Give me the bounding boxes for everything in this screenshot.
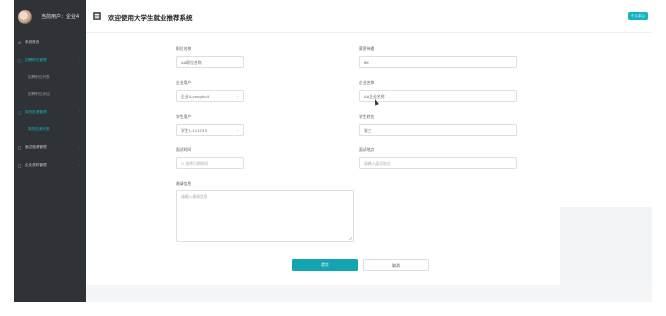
menu-toggle-icon[interactable] [93,12,101,20]
company-name-field[interactable]: AA企业名称 [359,90,517,102]
chevron-up-icon: ⌃ [78,58,81,62]
sidebar-user-panel: 当前用户：企业4 [14,0,86,33]
interview-time-picker[interactable]: ⊙ 选择日期时间 [176,157,244,169]
cancel-button[interactable]: 取消 [363,259,429,271]
chevron-down-icon: ⌄ [78,145,81,149]
document-icon: ▢ [17,144,22,150]
sidebar-subitem-job-list[interactable]: 招聘职位列表 [14,69,86,86]
invitation-label: 邀请信息 [176,181,192,186]
salary-label: 薪资待遇 [359,46,375,51]
chevron-down-icon: ⌄ [236,128,239,132]
student-user-label: 学生用户 [176,114,192,119]
student-user-select[interactable]: 学生1-112233 ⌄ [176,124,244,136]
document-icon: ▢ [17,57,22,63]
interview-place-label: 面试地点 [359,147,375,152]
document-icon: ▢ [17,109,22,115]
home-icon: ⊙ [17,39,22,45]
sidebar-menu: ⊙ 系统首页 ▢ 招聘职位管理 ⌃ 招聘职位列表 招聘职位添加 ▢ 简历投递管理… [14,33,86,174]
invitation-placeholder: 请输入邀请信息 [181,194,208,199]
document-icon: ▢ [17,162,22,168]
company-user-select[interactable]: 企业4-yonghu4 ⌄ [176,90,244,102]
chevron-down-icon: ⌄ [236,94,239,98]
job-title-field[interactable]: AA职位名称 [176,56,244,68]
sidebar-subitem-job-add[interactable]: 招聘职位添加 [14,86,86,103]
user-center-button[interactable]: 个人中心 [627,12,648,20]
right-panel [560,207,652,285]
student-name-field[interactable]: 张三 [359,124,517,136]
company-user-label: 企业用户 [176,80,192,85]
interview-place-field[interactable]: 请输入面试地点 [359,157,517,169]
top-header: 欢迎使用大学生就业推荐系统 个人中心 [86,0,652,33]
sidebar-item-resume-management[interactable]: ▢ 简历投递管理 ⌃ [14,103,86,121]
sidebar-item-job-management[interactable]: ▢ 招聘职位管理 ⌃ [14,51,86,69]
company-user-value: 企业4-yonghu4 [181,94,209,99]
interview-time-label: 面试时间 [176,147,192,152]
sidebar: 当前用户：企业4 ⊙ 系统首页 ▢ 招聘职位管理 ⌃ 招聘职位列表 招聘职位添加… [14,0,86,302]
resize-handle-icon[interactable] [349,237,352,240]
footer-area [86,285,652,302]
interview-time-placeholder: 选择日期时间 [185,161,209,166]
salary-field[interactable]: 8K [359,56,517,68]
invitation-textarea[interactable]: 请输入邀请信息 [176,190,354,242]
sidebar-item-interview-management[interactable]: ▢ 面试邀请管理 ⌄ [14,138,86,156]
chevron-down-icon: ⌄ [78,163,81,167]
student-name-label: 学生姓名 [359,114,375,119]
current-user-label: 当前用户：企业4 [41,14,80,20]
sidebar-subitem-resume-list[interactable]: 简历投递列表 [14,121,86,138]
student-user-value: 学生1-112233 [181,128,207,133]
company-name-label: 企业名称 [359,80,375,85]
chevron-up-icon: ⌃ [78,110,81,114]
sidebar-item-home[interactable]: ⊙ 系统首页 [14,33,86,51]
sidebar-item-company-profile[interactable]: ▢ 企业资料管理 ⌄ [14,156,86,174]
avatar [18,9,32,24]
app-window: 当前用户：企业4 ⊙ 系统首页 ▢ 招聘职位管理 ⌃ 招聘职位列表 招聘职位添加… [0,0,666,316]
page-title: 欢迎使用大学生就业推荐系统 [108,14,193,22]
job-title-label: 职位名称 [176,46,192,51]
submit-button[interactable]: 提交 [292,259,358,271]
